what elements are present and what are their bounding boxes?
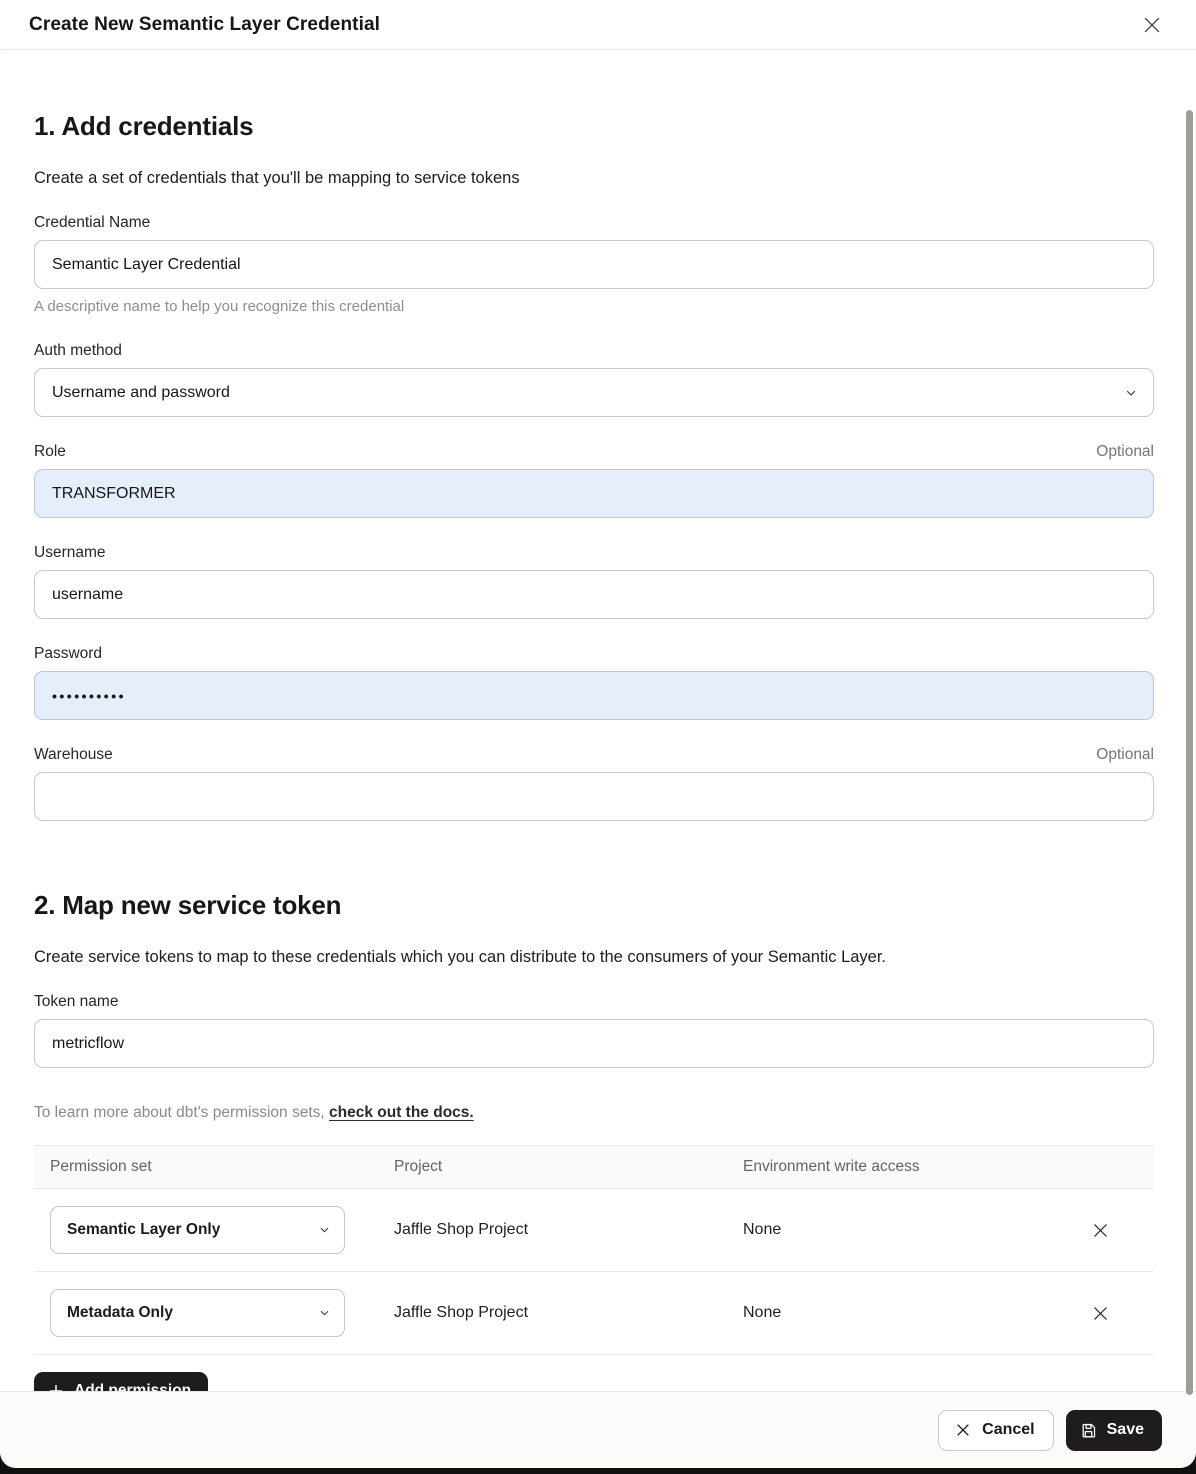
modal-footer: Cancel Save — [0, 1391, 1196, 1468]
close-button[interactable] — [1138, 11, 1166, 39]
chevron-down-icon — [318, 1224, 331, 1237]
vertical-scrollbar-thumb[interactable] — [1186, 110, 1193, 1395]
username-field: Username — [34, 544, 1154, 619]
warehouse-input[interactable] — [34, 772, 1154, 821]
section1-description: Create a set of credentials that you'll … — [34, 169, 1154, 188]
close-icon — [1141, 14, 1163, 36]
token-name-input[interactable] — [34, 1019, 1154, 1068]
cancel-button-label: Cancel — [982, 1421, 1034, 1439]
role-optional-tag: Optional — [1096, 443, 1154, 461]
add-permission-label: Add permission — [74, 1382, 191, 1391]
warehouse-optional-tag: Optional — [1096, 746, 1154, 764]
remove-permission-button[interactable] — [1084, 1214, 1116, 1246]
warehouse-label: Warehouse — [34, 746, 113, 764]
username-input[interactable] — [34, 570, 1154, 619]
section2-heading: 2. Map new service token — [34, 890, 1154, 921]
environment-write-access-cell: None — [743, 1304, 1084, 1322]
token-name-label: Token name — [34, 993, 118, 1011]
password-input[interactable] — [34, 671, 1154, 720]
permission-set-select[interactable]: Metadata Only — [50, 1289, 345, 1337]
section1-heading: 1. Add credentials — [34, 111, 1154, 142]
column-header-environment-write-access: Environment write access — [743, 1158, 1084, 1176]
role-input[interactable] — [34, 469, 1154, 518]
permission-table-header: Permission set Project Environment write… — [34, 1145, 1154, 1189]
column-header-project: Project — [394, 1158, 743, 1176]
plus-icon — [48, 1383, 64, 1391]
create-credential-modal: Create New Semantic Layer Credential 1. … — [0, 0, 1196, 1468]
password-field: Password — [34, 645, 1154, 720]
permission-table: Permission set Project Environment write… — [34, 1145, 1154, 1355]
table-row: Semantic Layer Only Jaffle Shop Project … — [34, 1189, 1154, 1272]
project-cell: Jaffle Shop Project — [394, 1304, 743, 1322]
table-row: Metadata Only Jaffle Shop Project None — [34, 1272, 1154, 1355]
credential-name-field: Credential Name A descriptive name to he… — [34, 214, 1154, 315]
credential-name-helper: A descriptive name to help you recognize… — [34, 298, 1154, 315]
docs-line: To learn more about dbt's permission set… — [34, 1104, 1154, 1122]
credential-name-label: Credential Name — [34, 214, 150, 232]
docs-link[interactable]: check out the docs. — [329, 1104, 474, 1121]
auth-method-selected-value: Username and password — [52, 384, 230, 402]
remove-permission-button[interactable] — [1084, 1297, 1116, 1329]
remove-icon — [1091, 1221, 1110, 1240]
modal-title: Create New Semantic Layer Credential — [29, 14, 380, 36]
project-cell: Jaffle Shop Project — [394, 1221, 743, 1239]
credential-name-input[interactable] — [34, 240, 1154, 289]
chevron-down-icon — [318, 1307, 331, 1320]
section2-description: Create service tokens to map to these cr… — [34, 948, 1154, 967]
remove-icon — [1091, 1304, 1110, 1323]
warehouse-field: Warehouse Optional — [34, 746, 1154, 821]
permission-set-select[interactable]: Semantic Layer Only — [50, 1206, 345, 1254]
permission-set-selected-value: Metadata Only — [67, 1304, 173, 1322]
cancel-button[interactable]: Cancel — [938, 1410, 1053, 1451]
password-label: Password — [34, 645, 102, 663]
auth-method-label: Auth method — [34, 342, 122, 360]
column-header-permission-set: Permission set — [50, 1158, 394, 1176]
modal-header: Create New Semantic Layer Credential — [0, 0, 1196, 50]
auth-method-field: Auth method Username and password — [34, 342, 1154, 417]
username-label: Username — [34, 544, 106, 562]
environment-write-access-cell: None — [743, 1221, 1084, 1239]
save-button-label: Save — [1107, 1421, 1144, 1439]
cancel-x-icon — [954, 1421, 972, 1439]
docs-line-prefix: To learn more about dbt's permission set… — [34, 1104, 329, 1121]
save-button[interactable]: Save — [1066, 1410, 1162, 1451]
chevron-down-icon — [1124, 386, 1138, 400]
modal-body: 1. Add credentials Create a set of crede… — [0, 51, 1196, 1391]
save-disk-icon — [1080, 1422, 1097, 1439]
auth-method-select[interactable]: Username and password — [34, 368, 1154, 417]
permission-set-selected-value: Semantic Layer Only — [67, 1221, 220, 1239]
role-label: Role — [34, 443, 66, 461]
add-permission-button[interactable]: Add permission — [34, 1372, 208, 1391]
token-name-field: Token name — [34, 993, 1154, 1068]
role-field: Role Optional — [34, 443, 1154, 518]
